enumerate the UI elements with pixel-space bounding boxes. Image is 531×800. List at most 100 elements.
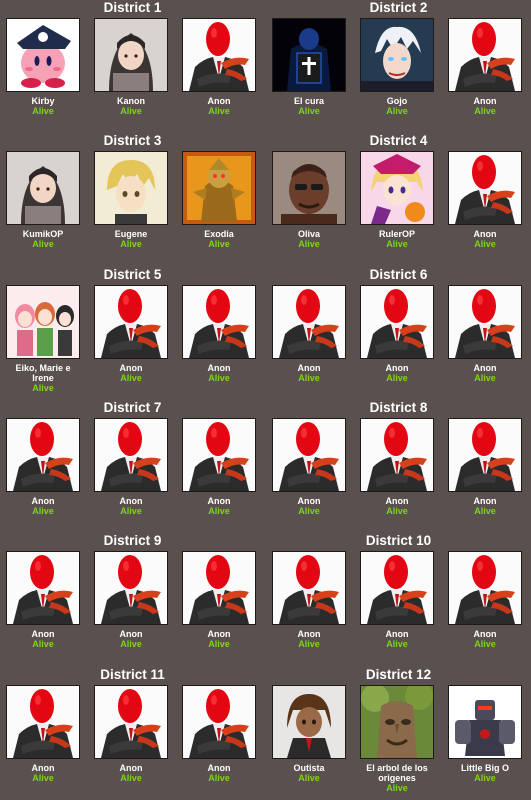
anime-girl-portrait xyxy=(94,18,168,92)
anon-placeholder-icon xyxy=(272,418,346,492)
tribute-status: Alive xyxy=(120,506,142,516)
tribute-status: Alive xyxy=(208,773,230,783)
tribute-name: Anon xyxy=(119,496,143,506)
tribute-name: Eiko, Marie e Irene xyxy=(15,363,71,383)
district-panel: District 9 Anon Alive Anon Alive Anon Alive xyxy=(0,533,265,666)
tribute-name: Anon xyxy=(207,496,231,506)
district-title: District 3 xyxy=(103,133,162,148)
tribute-name: Outista xyxy=(293,763,325,773)
tribute-card: Gojo Alive xyxy=(359,18,435,117)
anon-placeholder-icon xyxy=(360,418,434,492)
district-title: District 6 xyxy=(369,267,428,282)
tribute-status: Alive xyxy=(298,639,320,649)
tribute-card: Anon Alive xyxy=(359,551,435,650)
tribute-name: Oliva xyxy=(297,229,320,239)
tribute-card: Anon Alive xyxy=(93,418,169,517)
tribute-status: Alive xyxy=(298,373,320,383)
tribute-name: KumikOP xyxy=(22,229,64,239)
tribute-name: Anon xyxy=(31,496,55,506)
anon-placeholder-icon xyxy=(6,418,80,492)
tree-face-portrait xyxy=(360,685,434,759)
tribute-name: Exodia xyxy=(204,229,234,239)
tribute-card: Anon Alive xyxy=(181,685,257,784)
tribute-card: Anon Alive xyxy=(271,418,347,517)
tribute-status: Alive xyxy=(208,506,230,516)
tribute-status: Alive xyxy=(32,383,54,393)
district-panel: District 7 Anon Alive Anon Alive Anon Alive xyxy=(0,400,265,533)
anon-placeholder-icon xyxy=(448,151,522,225)
tribute-card: Outista Alive xyxy=(271,685,347,784)
anon-placeholder-icon xyxy=(448,551,522,625)
tribute-card: Anon Alive xyxy=(359,285,435,384)
tribute-status: Alive xyxy=(120,239,142,249)
tribute-name: Kanon xyxy=(117,96,145,106)
tribute-status: Alive xyxy=(474,239,496,249)
tribute-status: Alive xyxy=(298,773,320,783)
anon-placeholder-icon xyxy=(448,418,522,492)
tribute-card: Anon Alive xyxy=(93,285,169,384)
tribute-card: Anon Alive xyxy=(93,551,169,650)
anon-placeholder-icon xyxy=(182,551,256,625)
anon-placeholder-icon xyxy=(94,551,168,625)
tribute-name: Anon xyxy=(473,496,497,506)
tribute-card: Anon Alive xyxy=(447,18,523,117)
anon-placeholder-icon xyxy=(272,285,346,359)
tribute-name: Anon xyxy=(31,763,55,773)
anon-placeholder-icon xyxy=(94,418,168,492)
tribute-card: Little Big O Alive xyxy=(447,685,523,784)
district-title: District 5 xyxy=(103,267,162,282)
tribute-card: Anon Alive xyxy=(5,418,81,517)
tribute-status: Alive xyxy=(298,506,320,516)
tribute-status: Alive xyxy=(32,506,54,516)
tribute-status: Alive xyxy=(32,639,54,649)
tribute-name: Anon xyxy=(31,629,55,639)
tribute-card: Anon Alive xyxy=(181,551,257,650)
district-panel: District 6 Anon Alive Anon Alive Anon Alive xyxy=(266,267,531,400)
tribute-name: Anon xyxy=(473,629,497,639)
tribute-card: KumikOP Alive xyxy=(5,151,81,250)
tribute-status: Alive xyxy=(386,639,408,649)
anon-placeholder-icon xyxy=(182,18,256,92)
tribute-status: Alive xyxy=(32,773,54,783)
tribute-card: Anon Alive xyxy=(271,551,347,650)
tribute-card: Kanon Alive xyxy=(93,18,169,117)
tribute-name: Kirby xyxy=(31,96,55,106)
tribute-status: Alive xyxy=(386,373,408,383)
tribute-card: Exodia Alive xyxy=(181,151,257,250)
anon-placeholder-icon xyxy=(182,285,256,359)
tribute-name: Eugene xyxy=(114,229,148,239)
tribute-card: Anon Alive xyxy=(359,418,435,517)
anon-placeholder-icon xyxy=(360,285,434,359)
priest-bible-portrait xyxy=(272,18,346,92)
district-title: District 10 xyxy=(365,533,432,548)
district-title: District 7 xyxy=(103,400,162,415)
anime-boy-portrait xyxy=(272,685,346,759)
tribute-name: Anon xyxy=(473,229,497,239)
district-title: District 8 xyxy=(369,400,428,415)
anon-placeholder-icon xyxy=(182,418,256,492)
tribute-card: Anon Alive xyxy=(447,151,523,250)
tribute-name: RulerOP xyxy=(378,229,415,239)
district-title: District 9 xyxy=(103,533,162,548)
tribute-status: Alive xyxy=(32,106,54,116)
anon-placeholder-icon xyxy=(6,551,80,625)
tribute-card: Anon Alive xyxy=(181,18,257,117)
district-panel: District 12 Outista Alive El arbol de los… xyxy=(266,667,531,800)
district-title: District 4 xyxy=(369,133,428,148)
tribute-status: Alive xyxy=(208,239,230,249)
tribute-status: Alive xyxy=(474,106,496,116)
anon-placeholder-icon xyxy=(448,285,522,359)
robot-portrait xyxy=(448,685,522,759)
district-panel: District 4 Oliva Alive RulerOP Alive Anon A… xyxy=(266,133,531,266)
tribute-status: Alive xyxy=(298,239,320,249)
exodia-portrait xyxy=(182,151,256,225)
tribute-name: Gojo xyxy=(386,96,408,106)
district-panel: District 3 KumikOP Alive Eugene Alive Exod… xyxy=(0,133,265,266)
tribute-status: Alive xyxy=(474,773,496,783)
district-panel: District 2 El cura Alive Gojo Alive Anon Al… xyxy=(266,0,531,133)
tribute-name: Anon xyxy=(385,363,409,373)
tribute-card: Anon Alive xyxy=(447,551,523,650)
anon-placeholder-icon xyxy=(360,551,434,625)
kirby-portrait xyxy=(6,18,80,92)
anon-placeholder-icon xyxy=(272,551,346,625)
